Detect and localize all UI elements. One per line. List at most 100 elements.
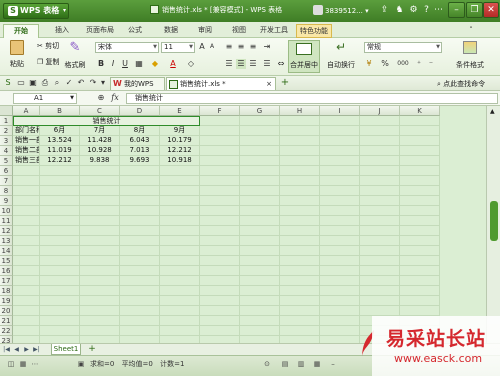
cell[interactable]: [240, 146, 280, 156]
cell[interactable]: [13, 226, 40, 236]
cell[interactable]: [240, 256, 280, 266]
currency-icon[interactable]: ¥: [364, 59, 374, 69]
cell[interactable]: [400, 296, 440, 306]
cell[interactable]: [240, 216, 280, 226]
cell[interactable]: [240, 246, 280, 256]
cell[interactable]: [13, 306, 40, 316]
cell[interactable]: [240, 126, 280, 136]
cell[interactable]: [320, 306, 360, 316]
data-cell[interactable]: 11.019: [40, 146, 80, 156]
cell[interactable]: [240, 196, 280, 206]
worksheet-grid[interactable]: ABCDEFGHIJK12部门名称6月7月8月9月3销售一部13.52411.4…: [0, 106, 486, 343]
column-header-h[interactable]: H: [280, 106, 320, 116]
cell[interactable]: [360, 256, 400, 266]
decrease-decimal-icon[interactable]: ⁻: [426, 59, 436, 69]
zoom-icon[interactable]: ⊕: [96, 93, 106, 103]
header-cell[interactable]: 部门名称: [13, 126, 40, 136]
cell[interactable]: [280, 326, 320, 336]
row-header-5[interactable]: 5: [0, 156, 13, 166]
cell[interactable]: [280, 126, 320, 136]
cell[interactable]: [360, 276, 400, 286]
collapse-ribbon-icon[interactable]: ˄: [466, 24, 476, 38]
cell[interactable]: [40, 196, 80, 206]
zoom-out-icon[interactable]: –: [328, 359, 338, 369]
align-middle-icon[interactable]: ≡: [236, 42, 246, 52]
border-icon[interactable]: ▦: [134, 59, 144, 69]
cell[interactable]: [240, 176, 280, 186]
cell[interactable]: [280, 206, 320, 216]
cell[interactable]: [160, 176, 200, 186]
cell[interactable]: [320, 116, 360, 126]
cell[interactable]: [200, 116, 240, 126]
cell[interactable]: [400, 236, 440, 246]
cell[interactable]: [400, 116, 440, 126]
cell[interactable]: [320, 276, 360, 286]
cell[interactable]: [120, 216, 160, 226]
more-icon[interactable]: ⋯: [30, 359, 40, 369]
normal-view-icon[interactable]: ▤: [280, 359, 290, 369]
row-header-19[interactable]: 19: [0, 296, 13, 306]
cell[interactable]: [400, 306, 440, 316]
next-sheet-icon[interactable]: ▶: [22, 345, 31, 354]
doc-tab-sales[interactable]: 销售统计.xls * ×: [166, 77, 276, 90]
shrink-font-icon[interactable]: A: [207, 42, 217, 52]
cell[interactable]: [240, 236, 280, 246]
merge-center-button[interactable]: 合并居中: [288, 40, 320, 73]
customize-icon[interactable]: ▾: [98, 78, 108, 88]
cell[interactable]: [13, 176, 40, 186]
cell[interactable]: [160, 256, 200, 266]
cell[interactable]: [13, 296, 40, 306]
data-cell[interactable]: 10.928: [80, 146, 120, 156]
cell[interactable]: [120, 196, 160, 206]
row-header-23[interactable]: 23: [0, 336, 13, 343]
cell[interactable]: [13, 336, 40, 343]
row-header-6[interactable]: 6: [0, 166, 13, 176]
cell[interactable]: [200, 246, 240, 256]
page-layout-view-icon[interactable]: ▥: [296, 359, 306, 369]
cell[interactable]: [280, 246, 320, 256]
font-family-select[interactable]: 宋体 ▼: [95, 42, 159, 53]
cell[interactable]: [200, 136, 240, 146]
row-header-11[interactable]: 11: [0, 216, 13, 226]
undo-icon[interactable]: ↶: [76, 78, 86, 88]
cell[interactable]: [360, 116, 400, 126]
cell[interactable]: [240, 286, 280, 296]
cell[interactable]: [80, 266, 120, 276]
cell[interactable]: [200, 226, 240, 236]
indent-icon[interactable]: ⇥: [262, 42, 272, 52]
column-header-f[interactable]: F: [200, 106, 240, 116]
cell[interactable]: [200, 126, 240, 136]
data-cell[interactable]: 11.428: [80, 136, 120, 146]
cell[interactable]: [80, 216, 120, 226]
cell[interactable]: [200, 216, 240, 226]
cell[interactable]: [200, 166, 240, 176]
cell[interactable]: [240, 296, 280, 306]
cell[interactable]: [320, 256, 360, 266]
tab-review[interactable]: 审阅: [192, 24, 218, 38]
row-header-20[interactable]: 20: [0, 306, 13, 316]
column-header-i[interactable]: I: [320, 106, 360, 116]
cell[interactable]: [160, 266, 200, 276]
cell[interactable]: [160, 166, 200, 176]
cell[interactable]: [200, 186, 240, 196]
table-title-cell[interactable]: 销售统计: [13, 116, 200, 126]
row-header-12[interactable]: 12: [0, 226, 13, 236]
row-header-15[interactable]: 15: [0, 256, 13, 266]
row-header-8[interactable]: 8: [0, 186, 13, 196]
cell[interactable]: [40, 336, 80, 343]
cell[interactable]: [280, 116, 320, 126]
cell[interactable]: [40, 296, 80, 306]
cell[interactable]: [280, 276, 320, 286]
cell[interactable]: [320, 146, 360, 156]
cell[interactable]: [160, 296, 200, 306]
cell[interactable]: [360, 166, 400, 176]
scroll-thumb[interactable]: [490, 201, 498, 241]
cell[interactable]: [280, 216, 320, 226]
cell[interactable]: [360, 186, 400, 196]
row-header-3[interactable]: 3: [0, 136, 13, 146]
cell[interactable]: [360, 216, 400, 226]
cell[interactable]: [160, 276, 200, 286]
cell[interactable]: [200, 236, 240, 246]
cell[interactable]: [280, 296, 320, 306]
data-cell[interactable]: 销售一部: [13, 136, 40, 146]
